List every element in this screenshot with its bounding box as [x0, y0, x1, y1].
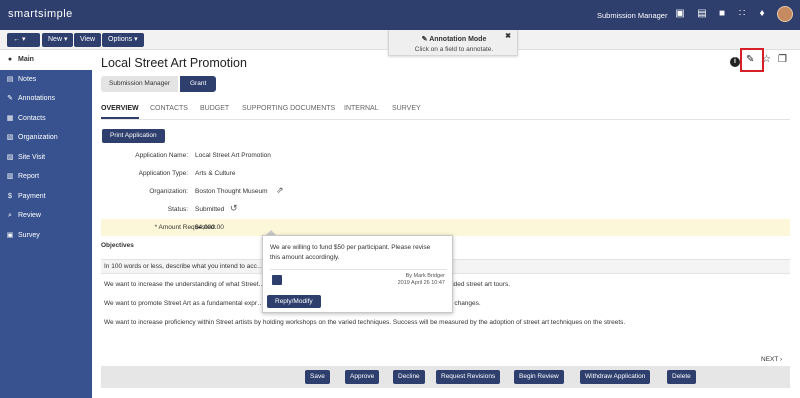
- edit-icon[interactable]: [272, 275, 282, 285]
- survey-icon: ▣: [6, 231, 14, 239]
- site-visit-icon: ▨: [6, 153, 14, 161]
- reply-modify-button[interactable]: Reply/Modify: [267, 295, 321, 308]
- annotation-date: 2019 April 26 10:47: [397, 280, 445, 286]
- bell-icon[interactable]: ♦: [756, 8, 768, 20]
- annotation-author: By Mark Bridger: [405, 273, 445, 279]
- tab-internal[interactable]: INTERNAL: [344, 105, 379, 112]
- history-icon[interactable]: ↺: [230, 203, 238, 214]
- sidebar-item-label: Main: [18, 56, 34, 63]
- sidebar-item-annotations[interactable]: ✎ Annotations: [0, 89, 92, 109]
- sidebar-item-label: Annotations: [18, 95, 55, 102]
- options-menu-button[interactable]: Options ▾: [102, 33, 144, 47]
- objectives-title: Objectives: [101, 242, 134, 249]
- info-icon[interactable]: i: [730, 57, 740, 67]
- approve-button[interactable]: Approve: [345, 370, 380, 384]
- grid-icon[interactable]: ∷: [736, 8, 748, 20]
- sidebar-item-label: Site Visit: [18, 153, 46, 161]
- annotation-comment-line-1: We are willing to fund $50 per participa…: [270, 244, 431, 251]
- highlight-box: [740, 48, 764, 72]
- field-value-application-type[interactable]: Arts & Culture: [195, 170, 235, 177]
- annotation-comment-line-2: this amount accordingly.: [270, 254, 340, 261]
- external-link-icon[interactable]: ⇗: [276, 185, 284, 196]
- sidebar-item-label: Report: [18, 173, 40, 180]
- sidebar-item-organization[interactable]: ▧ Organization: [0, 128, 92, 148]
- page-title: Local Street Art Promotion: [101, 56, 247, 70]
- field-label-application-type: Application Type:: [138, 170, 188, 177]
- annotation-mode-banner: ✎ Annotation Mode Click on a field to an…: [388, 30, 518, 56]
- request-revisions-button[interactable]: Request Revisions: [436, 370, 501, 384]
- lock-icon[interactable]: ■: [716, 8, 728, 20]
- field-value-amount-requested[interactable]: $4,000.00: [195, 224, 224, 231]
- begin-review-button[interactable]: Begin Review: [514, 370, 564, 384]
- logo: smartsimple: [8, 8, 73, 20]
- annotation-mode-title: ✎ Annotation Mode: [421, 36, 487, 43]
- close-icon[interactable]: ✖: [505, 32, 511, 40]
- sidebar-item-main[interactable]: ● Main: [0, 50, 92, 70]
- save-button[interactable]: Save: [305, 370, 330, 384]
- annotation-tooltip: We are willing to fund $50 per participa…: [262, 235, 453, 313]
- sidebar-item-survey[interactable]: ▣ Survey: [0, 226, 92, 246]
- notes-icon: ▤: [6, 75, 14, 83]
- copy-icon[interactable]: ❐: [778, 54, 787, 65]
- sidebar: ● Main ▤ Notes ✎ Annotations ▦ Contacts …: [0, 50, 92, 398]
- tab-overview[interactable]: OVERVIEW: [101, 105, 139, 112]
- sidebar-item-label: Payment: [18, 192, 46, 200]
- back-button[interactable]: ← ▾: [7, 33, 40, 47]
- field-value-application-name[interactable]: Local Street Art Promotion: [195, 152, 271, 159]
- main-icon: ●: [7, 56, 13, 63]
- sidebar-item-contacts[interactable]: ▦ Contacts: [0, 109, 92, 129]
- top-navigation-bar: smartsimple Submission Manager ▣ ▤ ■ ∷ ♦: [0, 0, 800, 30]
- sidebar-item-label: Survey: [18, 231, 40, 239]
- field-label-organization: Organization:: [149, 188, 188, 195]
- tooltip-divider: [270, 269, 447, 270]
- organization-icon: ▧: [6, 134, 14, 141]
- contacts-icon: ▦: [6, 114, 14, 122]
- annotation-mode-subtitle: Click on a field to annotate.: [414, 46, 494, 53]
- sidebar-item-notes[interactable]: ▤ Notes: [0, 70, 92, 90]
- breadcrumb-grant[interactable]: Grant: [180, 76, 217, 92]
- annotation-icon: ✎: [7, 95, 13, 102]
- tab-budget[interactable]: BUDGET: [200, 105, 229, 112]
- document-icon[interactable]: ▤: [696, 8, 708, 20]
- field-label-application-name: Application Name:: [135, 152, 188, 159]
- sidebar-item-label: Notes: [18, 75, 37, 83]
- sidebar-item-label: Organization: [18, 134, 58, 141]
- search-icon: ⌕: [8, 212, 12, 219]
- translate-icon[interactable]: ▣: [674, 8, 686, 20]
- view-button[interactable]: View: [74, 33, 102, 47]
- field-value-status[interactable]: Submitted: [195, 206, 224, 213]
- avatar[interactable]: [777, 6, 793, 22]
- print-application-button[interactable]: Print Application: [102, 129, 165, 143]
- objective-line-3: We want to increase proficiency within S…: [104, 319, 626, 326]
- dollar-icon: $: [8, 192, 12, 200]
- field-label-status: Status:: [167, 206, 188, 213]
- sidebar-item-label: Contacts: [18, 114, 46, 122]
- tab-contacts[interactable]: CONTACTS: [150, 105, 188, 112]
- sidebar-item-label: Review: [18, 212, 41, 219]
- tab-survey[interactable]: SURVEY: [392, 105, 421, 112]
- tab-divider: [101, 119, 790, 120]
- delete-button[interactable]: Delete: [667, 370, 696, 384]
- tab-supporting-documents[interactable]: SUPPORTING DOCUMENTS: [242, 105, 335, 112]
- decline-button[interactable]: Decline: [393, 370, 425, 384]
- submission-manager-link[interactable]: Submission Manager: [597, 11, 667, 20]
- next-link[interactable]: NEXT ›: [761, 356, 782, 363]
- breadcrumb-submission-manager[interactable]: Submission Manager: [101, 76, 179, 92]
- withdraw-application-button[interactable]: Withdraw Application: [580, 370, 651, 384]
- report-icon: ▥: [6, 173, 14, 180]
- field-value-organization[interactable]: Boston Thought Museum: [195, 188, 268, 195]
- new-menu-button[interactable]: New ▾: [42, 33, 74, 47]
